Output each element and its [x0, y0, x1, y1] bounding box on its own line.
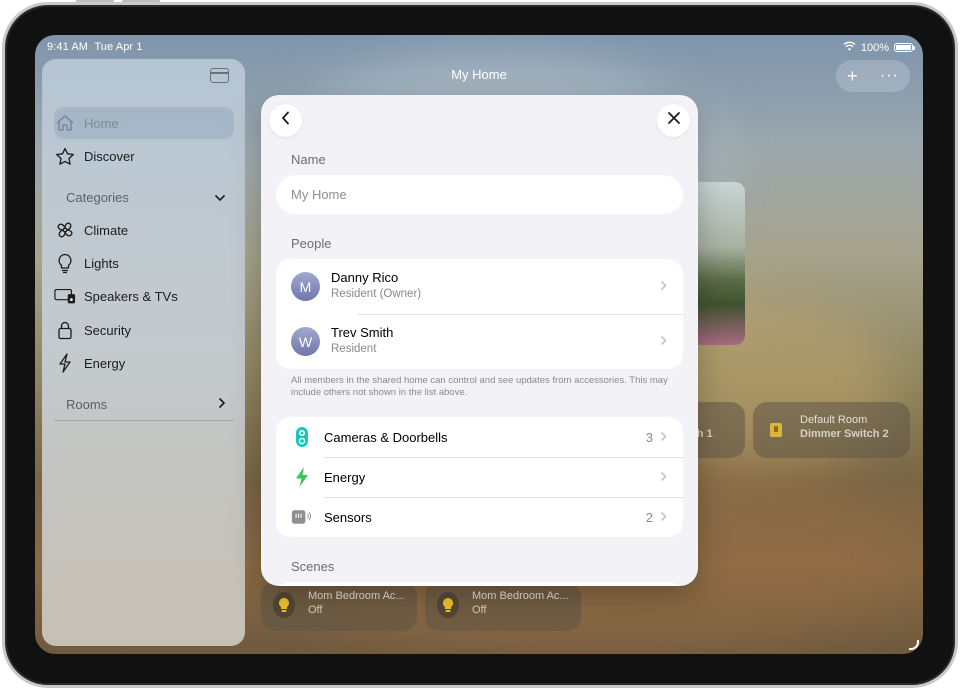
- people-note: All members in the shared home can contr…: [291, 375, 668, 398]
- lightbulb-icon: [273, 592, 295, 618]
- tv-speaker-icon: [54, 285, 76, 307]
- bolt-icon: [291, 466, 313, 488]
- dimmer-switch-icon: [765, 417, 787, 443]
- people-list: M Danny Rico Resident (Owner) W Trev Smi…: [276, 259, 683, 369]
- lock-icon: [54, 319, 76, 341]
- avatar: M: [291, 272, 320, 301]
- battery-icon: [894, 43, 915, 52]
- battery-percent: 100%: [860, 41, 889, 54]
- person-role: Resident (Owner): [331, 288, 422, 300]
- person-row[interactable]: W Trev Smith Resident: [276, 314, 683, 369]
- sidebar-item-home[interactable]: Home: [54, 107, 234, 139]
- status-time: 9:41 AM Tue Apr 1: [47, 41, 143, 53]
- home-settings-modal: Name My Home People M Danny Rico Residen…: [261, 95, 698, 586]
- bolt-icon: [54, 352, 76, 374]
- toolbar-pill: + ···: [836, 60, 910, 92]
- close-icon: [667, 111, 681, 130]
- accessory-tile[interactable]: Mom Bedroom Ac... Off: [425, 582, 581, 631]
- chevron-right-icon: [218, 397, 226, 412]
- back-button[interactable]: [269, 104, 302, 137]
- sidebar-item-security[interactable]: Security: [54, 314, 234, 346]
- person-name: Danny Rico: [331, 270, 399, 285]
- scenes-section-label: Scenes: [291, 559, 335, 574]
- add-icon[interactable]: +: [847, 66, 858, 87]
- list-item-cameras-doorbells[interactable]: Cameras & Doorbells 3: [276, 417, 683, 457]
- sidebar-item-energy[interactable]: Energy: [54, 347, 234, 379]
- fan-icon: [54, 219, 76, 241]
- chevron-right-icon: [660, 509, 667, 525]
- person-name: Trev Smith: [331, 325, 394, 340]
- lightbulb-icon: [437, 592, 459, 618]
- house-icon: [54, 112, 76, 134]
- scenes-list: [276, 582, 683, 586]
- camera-doorbell-icon: [291, 426, 313, 448]
- chevron-right-icon: [660, 278, 667, 294]
- person-role: Resident: [331, 343, 377, 355]
- status-bar: 9:41 AM Tue Apr 1 100%: [35, 35, 923, 59]
- close-button[interactable]: [657, 104, 690, 137]
- name-section-label: Name: [291, 152, 326, 167]
- rooms-header[interactable]: Rooms: [66, 397, 226, 412]
- chevron-down-icon: [214, 190, 226, 205]
- sidebar: Home Discover Categories Climate Lights: [42, 59, 245, 646]
- chevron-right-icon: [660, 429, 667, 445]
- sidebar-divider: [54, 420, 234, 421]
- star-icon: [54, 145, 76, 167]
- list-item-energy[interactable]: Energy: [276, 457, 683, 497]
- avatar: W: [291, 327, 320, 356]
- chevron-right-icon: [660, 469, 667, 485]
- accessory-group-list: Cameras & Doorbells 3 Energy Sensors 2: [276, 417, 683, 537]
- wifi-icon: [843, 41, 856, 54]
- person-row[interactable]: M Danny Rico Resident (Owner): [276, 259, 683, 314]
- camera-thumbnail[interactable]: [697, 182, 745, 345]
- chevron-left-icon: [281, 111, 290, 130]
- accessory-tile[interactable]: Default Room Dimmer Switch 2: [753, 402, 910, 458]
- chevron-right-icon: [660, 333, 667, 349]
- categories-header[interactable]: Categories: [66, 190, 226, 205]
- list-item-sensors[interactable]: Sensors 2: [276, 497, 683, 537]
- more-icon[interactable]: ···: [880, 67, 899, 85]
- sidebar-item-speakers-tvs[interactable]: Speakers & TVs: [54, 280, 234, 312]
- sidebar-item-lights[interactable]: Lights: [54, 247, 234, 279]
- people-section-label: People: [291, 236, 332, 251]
- lightbulb-icon: [54, 252, 76, 274]
- item-count: 3: [645, 430, 653, 445]
- home-name-input[interactable]: My Home: [276, 175, 683, 214]
- sidebar-item-climate[interactable]: Climate: [54, 214, 234, 246]
- sidebar-item-discover[interactable]: Discover: [54, 140, 234, 172]
- sensor-icon: [291, 506, 313, 528]
- sidebar-toggle-icon[interactable]: [210, 68, 229, 83]
- item-count: 2: [645, 510, 653, 525]
- accessory-tile[interactable]: Mom Bedroom Ac... Off: [261, 582, 417, 631]
